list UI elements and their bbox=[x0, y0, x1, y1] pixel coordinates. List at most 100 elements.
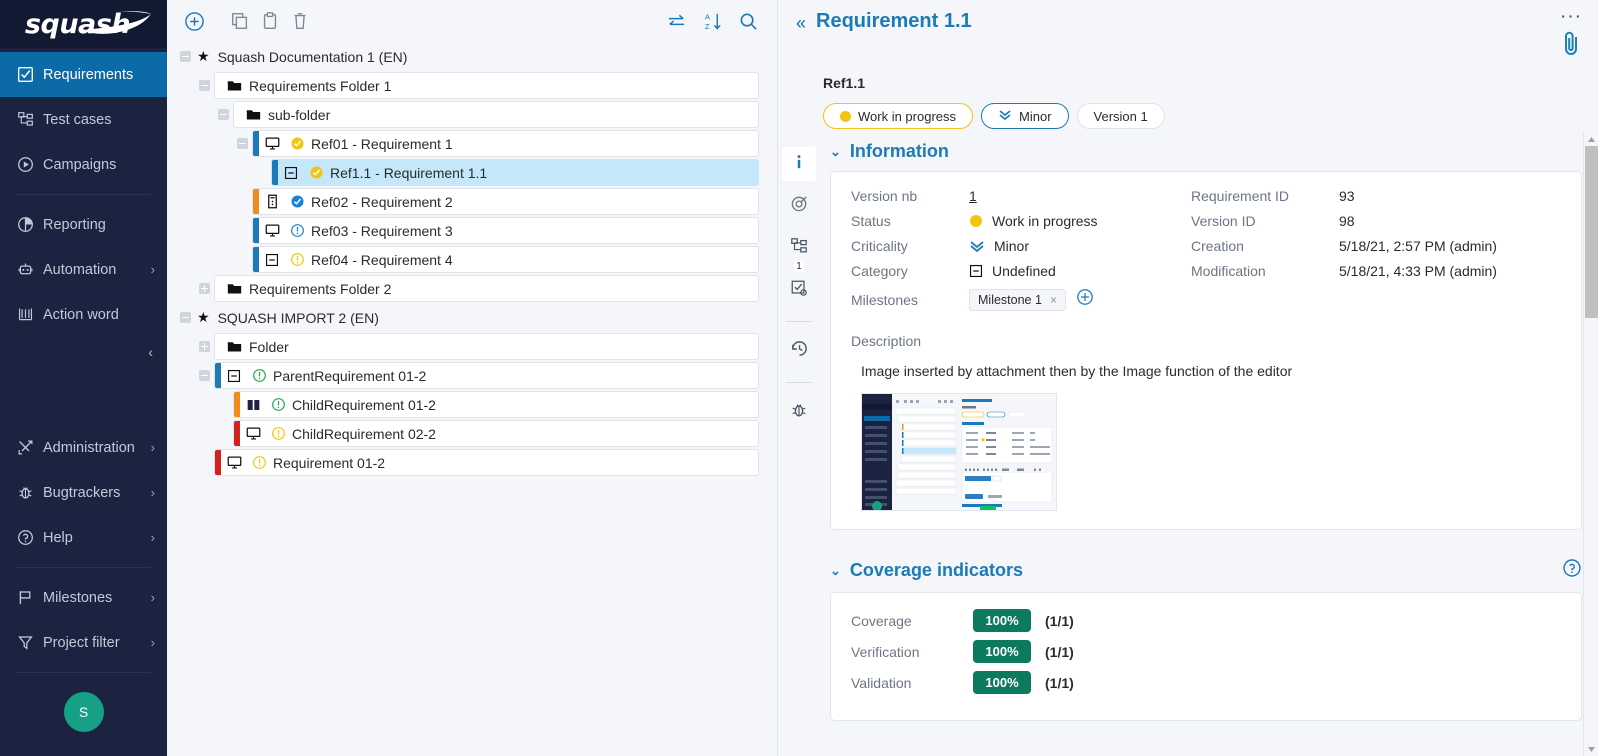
logo[interactable]: squash bbox=[0, 0, 167, 48]
tree-expander-plus-icon[interactable] bbox=[194, 337, 214, 357]
field-value[interactable]: Work in progress bbox=[969, 213, 1191, 229]
close-icon[interactable]: × bbox=[1050, 293, 1057, 307]
tree-node[interactable]: sub-folder bbox=[233, 101, 759, 128]
sidebar-item-help[interactable]: Help › bbox=[0, 515, 167, 560]
tree-node[interactable]: ChildRequirement 02-2 bbox=[233, 420, 759, 447]
criticality-badge[interactable]: Minor bbox=[981, 103, 1069, 129]
tab-coverage[interactable] bbox=[782, 189, 816, 223]
sidebar-item-administration[interactable]: Administration › bbox=[0, 425, 167, 470]
sidebar-collapse-button[interactable]: ‹ bbox=[0, 337, 167, 367]
information-grid: Version nb1Requirement ID93StatusWork in… bbox=[851, 188, 1561, 279]
tree-node[interactable]: Requirements Folder 2 bbox=[214, 275, 759, 302]
check-yellow bbox=[290, 136, 305, 151]
delete-button[interactable] bbox=[285, 6, 315, 36]
more-options-icon[interactable]: ··· bbox=[1560, 12, 1582, 22]
tree-node[interactable]: Ref03 - Requirement 3 bbox=[252, 217, 759, 244]
sidebar-item-campaigns[interactable]: Campaigns bbox=[0, 142, 167, 187]
sidebar-item-reporting[interactable]: Reporting bbox=[0, 202, 167, 247]
field-value[interactable]: Minor bbox=[969, 238, 1191, 254]
collapse-panel-button[interactable]: « bbox=[790, 10, 816, 34]
detail-scrollbar[interactable] bbox=[1583, 132, 1598, 756]
field-label: Status bbox=[851, 213, 969, 229]
tree-project-row[interactable]: ★Squash Documentation 1 (EN) bbox=[167, 42, 777, 71]
search-icon bbox=[738, 11, 759, 32]
copy-button[interactable] bbox=[225, 6, 255, 36]
scroll-down-arrow-icon[interactable] bbox=[1584, 742, 1598, 756]
paperclip-icon[interactable] bbox=[1560, 30, 1582, 63]
sidebar-item-project-filter[interactable]: Project filter › bbox=[0, 620, 167, 665]
sidebar-item-requirements[interactable]: Requirements bbox=[0, 52, 167, 97]
tree-node-row[interactable]: Ref04 - Requirement 4 bbox=[167, 245, 777, 274]
tree-expander-minus-icon[interactable] bbox=[194, 76, 214, 96]
tree-expander-minus-icon[interactable] bbox=[232, 134, 252, 154]
tree-expander-plus-icon[interactable] bbox=[194, 279, 214, 299]
sidebar-item-label: Help bbox=[43, 530, 151, 546]
tab-verifying-test-cases[interactable] bbox=[782, 273, 816, 307]
field-value[interactable]: Undefined bbox=[969, 263, 1191, 279]
sidebar-item-milestones[interactable]: Milestones › bbox=[0, 575, 167, 620]
tree-project-row[interactable]: ★SQUASH IMPORT 2 (EN) bbox=[167, 303, 777, 332]
tree-node[interactable]: Requirement 01-2 bbox=[214, 449, 759, 476]
avatar[interactable]: S bbox=[64, 692, 104, 732]
tree-node[interactable]: Ref04 - Requirement 4 bbox=[252, 246, 759, 273]
tree-node-row[interactable]: Ref01 - Requirement 1 bbox=[167, 129, 777, 158]
tree-node-row[interactable]: Ref1.1 - Requirement 1.1 bbox=[167, 158, 777, 187]
tree-expander-minus-icon[interactable] bbox=[213, 105, 233, 125]
field-label: Category bbox=[851, 263, 969, 279]
sidebar-item-label: Requirements bbox=[43, 67, 167, 83]
status-badge[interactable]: Work in progress bbox=[823, 103, 973, 129]
tree-node-row[interactable]: ChildRequirement 02-2 bbox=[167, 419, 777, 448]
tree-node-row[interactable]: Ref02 - Requirement 2 bbox=[167, 187, 777, 216]
tree-expander-minus-icon[interactable] bbox=[194, 366, 214, 386]
add-button[interactable] bbox=[179, 6, 209, 36]
sidebar-item-action-word[interactable]: Action word bbox=[0, 292, 167, 337]
tree-node-type-icon bbox=[240, 398, 266, 412]
tree-node-row[interactable]: ParentRequirement 01-2 bbox=[167, 361, 777, 390]
version-badge[interactable]: Version 1 bbox=[1077, 103, 1165, 129]
project-name[interactable]: SQUASH IMPORT 2 (EN) bbox=[218, 310, 379, 326]
tab-information[interactable] bbox=[782, 147, 816, 181]
scroll-up-arrow-icon[interactable] bbox=[1584, 132, 1598, 146]
tree-node-row[interactable]: Requirement 01-2 bbox=[167, 448, 777, 477]
help-circle-icon[interactable] bbox=[1562, 558, 1582, 583]
paste-button[interactable] bbox=[255, 6, 285, 36]
sidebar-item-test-cases[interactable]: Test cases bbox=[0, 97, 167, 142]
scrollbar-thumb[interactable] bbox=[1585, 146, 1598, 318]
tree-node[interactable]: Requirements Folder 1 bbox=[214, 72, 759, 99]
detail-header: « Requirement 1.1 ··· Ref1.1 Work in pro… bbox=[778, 0, 1598, 129]
tree-node-row[interactable]: Requirements Folder 1 bbox=[167, 71, 777, 100]
tab-bugs[interactable] bbox=[782, 395, 816, 429]
server-icon bbox=[266, 194, 279, 209]
tab-history[interactable] bbox=[782, 334, 816, 368]
sidebar-item-automation[interactable]: Automation › bbox=[0, 247, 167, 292]
tree-node-row[interactable]: Ref03 - Requirement 3 bbox=[167, 216, 777, 245]
detail-body: 1 bbox=[778, 129, 1598, 756]
sort-button[interactable]: AZ bbox=[697, 6, 727, 36]
sidebar-item-bugtrackers[interactable]: Bugtrackers › bbox=[0, 470, 167, 515]
milestone-chip[interactable]: Milestone 1 × bbox=[969, 289, 1066, 311]
add-milestone-button[interactable] bbox=[1076, 288, 1094, 311]
tree-expander-minus-icon[interactable] bbox=[175, 47, 195, 67]
tree-node-row[interactable]: sub-folder bbox=[167, 100, 777, 129]
tree-node[interactable]: ParentRequirement 01-2 bbox=[214, 362, 759, 389]
tree-node-row[interactable]: Folder bbox=[167, 332, 777, 361]
tree-expander-minus-icon[interactable] bbox=[175, 308, 195, 328]
check-yellow bbox=[309, 165, 324, 180]
field-value[interactable]: 1 bbox=[969, 188, 1191, 204]
tab-linked-requirements[interactable]: 1 bbox=[782, 231, 816, 265]
add-circle-icon bbox=[1076, 288, 1094, 306]
tree-node[interactable]: Ref01 - Requirement 1 bbox=[252, 130, 759, 157]
tree-node[interactable]: Ref02 - Requirement 2 bbox=[252, 188, 759, 215]
project-name[interactable]: Squash Documentation 1 (EN) bbox=[218, 49, 408, 65]
tree-node-row[interactable]: ChildRequirement 01-2 bbox=[167, 390, 777, 419]
play-circle-icon bbox=[17, 156, 43, 173]
search-button[interactable] bbox=[733, 6, 763, 36]
move-button[interactable] bbox=[661, 6, 691, 36]
tree-node-row[interactable]: Requirements Folder 2 bbox=[167, 274, 777, 303]
coverage-section-title[interactable]: ⌄ Coverage indicators bbox=[820, 558, 1582, 592]
tree-node[interactable]: Folder bbox=[214, 333, 759, 360]
description-image[interactable] bbox=[861, 393, 1057, 511]
information-section-title[interactable]: ⌄ Information bbox=[820, 141, 1582, 171]
tree-node[interactable]: Ref1.1 - Requirement 1.1 bbox=[271, 159, 759, 186]
tree-node[interactable]: ChildRequirement 01-2 bbox=[233, 391, 759, 418]
